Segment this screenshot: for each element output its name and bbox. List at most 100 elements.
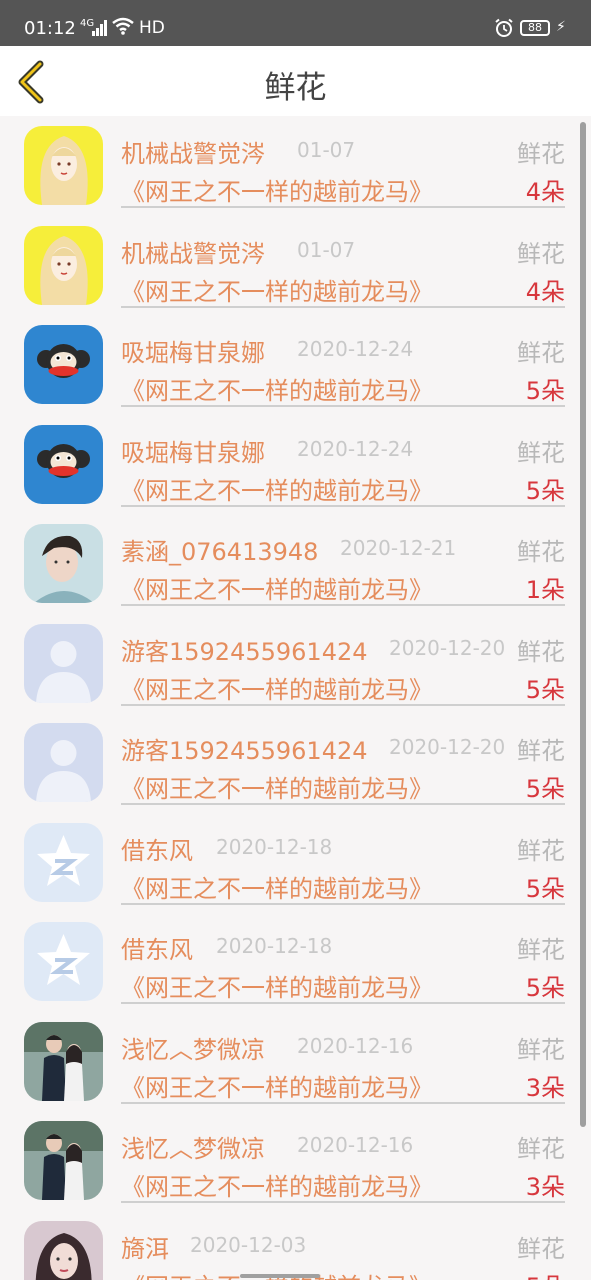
- flower-record-list[interactable]: 机械战警觉涔 01-07 鲜花 《网王之不一样的越前龙马》 4朵 机械战警觉涔 …: [0, 116, 591, 1280]
- user-name: 机械战警觉涔: [121, 239, 265, 268]
- record-date: 2020-12-16: [297, 1133, 414, 1157]
- list-item[interactable]: 机械战警觉涔 01-07 鲜花 《网王之不一样的越前龙马》 4朵: [0, 116, 591, 216]
- flower-count: 5朵: [525, 377, 565, 405]
- record-date: 2020-12-18: [216, 934, 333, 958]
- hd-indicator: HD: [139, 18, 165, 38]
- gift-type: 鲜花: [517, 1135, 565, 1163]
- user-name: 浅忆︿梦微凉: [121, 1035, 265, 1064]
- book-title[interactable]: 《网王之不一样的越前龙马》: [121, 769, 433, 804]
- flower-count: 5朵: [525, 874, 565, 903]
- default-user-avatar[interactable]: [24, 723, 103, 802]
- gift-type: 鲜花: [517, 1035, 565, 1064]
- divider: [121, 1002, 565, 1004]
- record-date: 2020-12-21: [340, 536, 457, 560]
- book-title[interactable]: 《网王之不一样的越前龙马》: [121, 968, 433, 1003]
- gift-type: 鲜花: [517, 637, 565, 666]
- status-bar: 01:12 4G HD 88 ⚡: [0, 0, 591, 46]
- flower-count: 5朵: [525, 974, 565, 1002]
- book-title[interactable]: 《网王之不一样的越前龙马》: [121, 869, 433, 904]
- record-date: 2020-12-20: [389, 735, 506, 759]
- qq-star-avatar[interactable]: [24, 822, 103, 902]
- list-item[interactable]: 游客1592455961424 2020-12-20 鲜花 《网王之不一样的越前…: [0, 614, 591, 714]
- flower-count: 5朵: [526, 1267, 565, 1280]
- user-name: 借东风: [121, 836, 193, 865]
- divider: [121, 1201, 565, 1203]
- user-name: 游客1592455961424: [121, 637, 368, 666]
- alarm-icon: [495, 18, 513, 37]
- divider: [121, 703, 565, 706]
- record-date: 2020-12-16: [297, 1033, 414, 1058]
- divider: [121, 604, 565, 606]
- book-title[interactable]: 《网王之不一样的越前龙马》: [121, 272, 433, 307]
- anime-girl-avatar[interactable]: [24, 126, 103, 205]
- record-date: 2020-12-20: [389, 635, 506, 660]
- user-name: 机械战警觉涔: [121, 140, 265, 168]
- list-item[interactable]: 吸堀梅甘泉娜 2020-12-24 鲜花 《网王之不一样的越前龙马》 5朵: [0, 315, 591, 415]
- divider: [121, 405, 565, 407]
- list-item[interactable]: 浅忆︿梦微凉 2020-12-16 鲜花 《网王之不一样的越前龙马》 3朵: [0, 1012, 591, 1112]
- gift-type: 鲜花: [517, 737, 565, 765]
- gift-type: 鲜花: [517, 836, 565, 865]
- user-name: 旖洱: [121, 1234, 169, 1263]
- gift-type: 鲜花: [517, 936, 565, 964]
- flower-count: 4朵: [525, 178, 565, 206]
- charging-icon: ⚡: [556, 19, 566, 35]
- record-date: 2020-12-24: [297, 337, 414, 361]
- man-photo-avatar[interactable]: [24, 524, 103, 603]
- user-name: 吸堀梅甘泉娜: [121, 438, 265, 467]
- list-item[interactable]: 借东风 2020-12-18 鲜花 《网王之不一样的越前龙马》 5朵: [0, 813, 591, 913]
- user-name: 浅忆︿梦微凉: [121, 1135, 265, 1163]
- status-time: 01:12: [24, 18, 76, 39]
- book-title[interactable]: 《网王之不一样的越前龙马》: [121, 570, 433, 605]
- list-item[interactable]: 素涵_076413948 2020-12-21 鲜花 《网王之不一样的越前龙马》…: [0, 514, 591, 614]
- horizontal-scroll-indicator: [240, 1274, 320, 1278]
- record-date: 2020-12-18: [216, 834, 333, 859]
- book-title[interactable]: 《网王之不一样的越前龙马》: [121, 1068, 433, 1103]
- battery-icon: 88: [520, 20, 550, 36]
- couple-photo-avatar[interactable]: [24, 1121, 103, 1200]
- qq-star-avatar[interactable]: [24, 922, 103, 1001]
- monkey-avatar[interactable]: [24, 424, 103, 504]
- flower-count: 3朵: [525, 1073, 565, 1102]
- vertical-scrollbar[interactable]: [580, 122, 586, 1127]
- flower-count: 5朵: [525, 476, 565, 505]
- user-name: 借东风: [121, 936, 193, 964]
- woman-photo-avatar[interactable]: [24, 1220, 103, 1280]
- divider: [121, 305, 565, 308]
- flower-count: 5朵: [525, 675, 565, 704]
- gift-type: 鲜花: [517, 239, 565, 268]
- gift-type: 鲜花: [517, 339, 565, 367]
- divider: [121, 803, 565, 805]
- list-item[interactable]: 借东风 2020-12-18 鲜花 《网王之不一样的越前龙马》 5朵: [0, 912, 591, 1012]
- anime-girl-avatar[interactable]: [24, 225, 103, 305]
- monkey-avatar[interactable]: [24, 325, 103, 404]
- flower-count: 3朵: [525, 1173, 565, 1201]
- list-item[interactable]: 吸堀梅甘泉娜 2020-12-24 鲜花 《网王之不一样的越前龙马》 5朵: [0, 415, 591, 515]
- book-title[interactable]: 《网王之不一样的越前龙马》: [121, 1167, 433, 1202]
- flower-count: 1朵: [525, 576, 565, 604]
- list-item[interactable]: 机械战警觉涔 01-07 鲜花 《网王之不一样的越前龙马》 4朵: [0, 216, 591, 316]
- record-date: 01-07: [297, 138, 356, 162]
- book-title[interactable]: 《网王之不一样的越前龙马》: [121, 670, 433, 705]
- gift-type: 鲜花: [517, 140, 565, 168]
- book-title[interactable]: 《网王之不一样的越前龙马》: [121, 471, 433, 506]
- couple-photo-avatar[interactable]: [24, 1021, 103, 1101]
- user-name: 素涵_076413948: [121, 538, 319, 566]
- list-item[interactable]: 游客1592455961424 2020-12-20 鲜花 《网王之不一样的越前…: [0, 713, 591, 813]
- divider: [121, 206, 565, 208]
- top-navigation-bar: 鲜花: [0, 46, 591, 116]
- book-title[interactable]: 《网王之不一样的越前龙马》: [121, 172, 433, 207]
- gift-type: 鲜花: [517, 538, 565, 566]
- page-title: 鲜花: [264, 70, 327, 106]
- list-item[interactable]: 旖洱 2020-12-03 鲜花 《网王之不一样的越前龙马》 5朵: [0, 1211, 591, 1280]
- flower-count: 5朵: [525, 775, 565, 803]
- list-item[interactable]: 浅忆︿梦微凉 2020-12-16 鲜花 《网王之不一样的越前龙马》 3朵: [0, 1111, 591, 1211]
- record-date: 01-07: [297, 237, 356, 262]
- user-name: 吸堀梅甘泉娜: [121, 339, 265, 367]
- book-title[interactable]: 《网王之不一样的越前龙马》: [121, 371, 433, 406]
- gift-type: 鲜花: [517, 438, 565, 467]
- divider: [121, 1101, 565, 1104]
- divider: [121, 902, 565, 905]
- default-user-avatar[interactable]: [24, 623, 103, 703]
- record-date: 2020-12-03: [190, 1232, 307, 1257]
